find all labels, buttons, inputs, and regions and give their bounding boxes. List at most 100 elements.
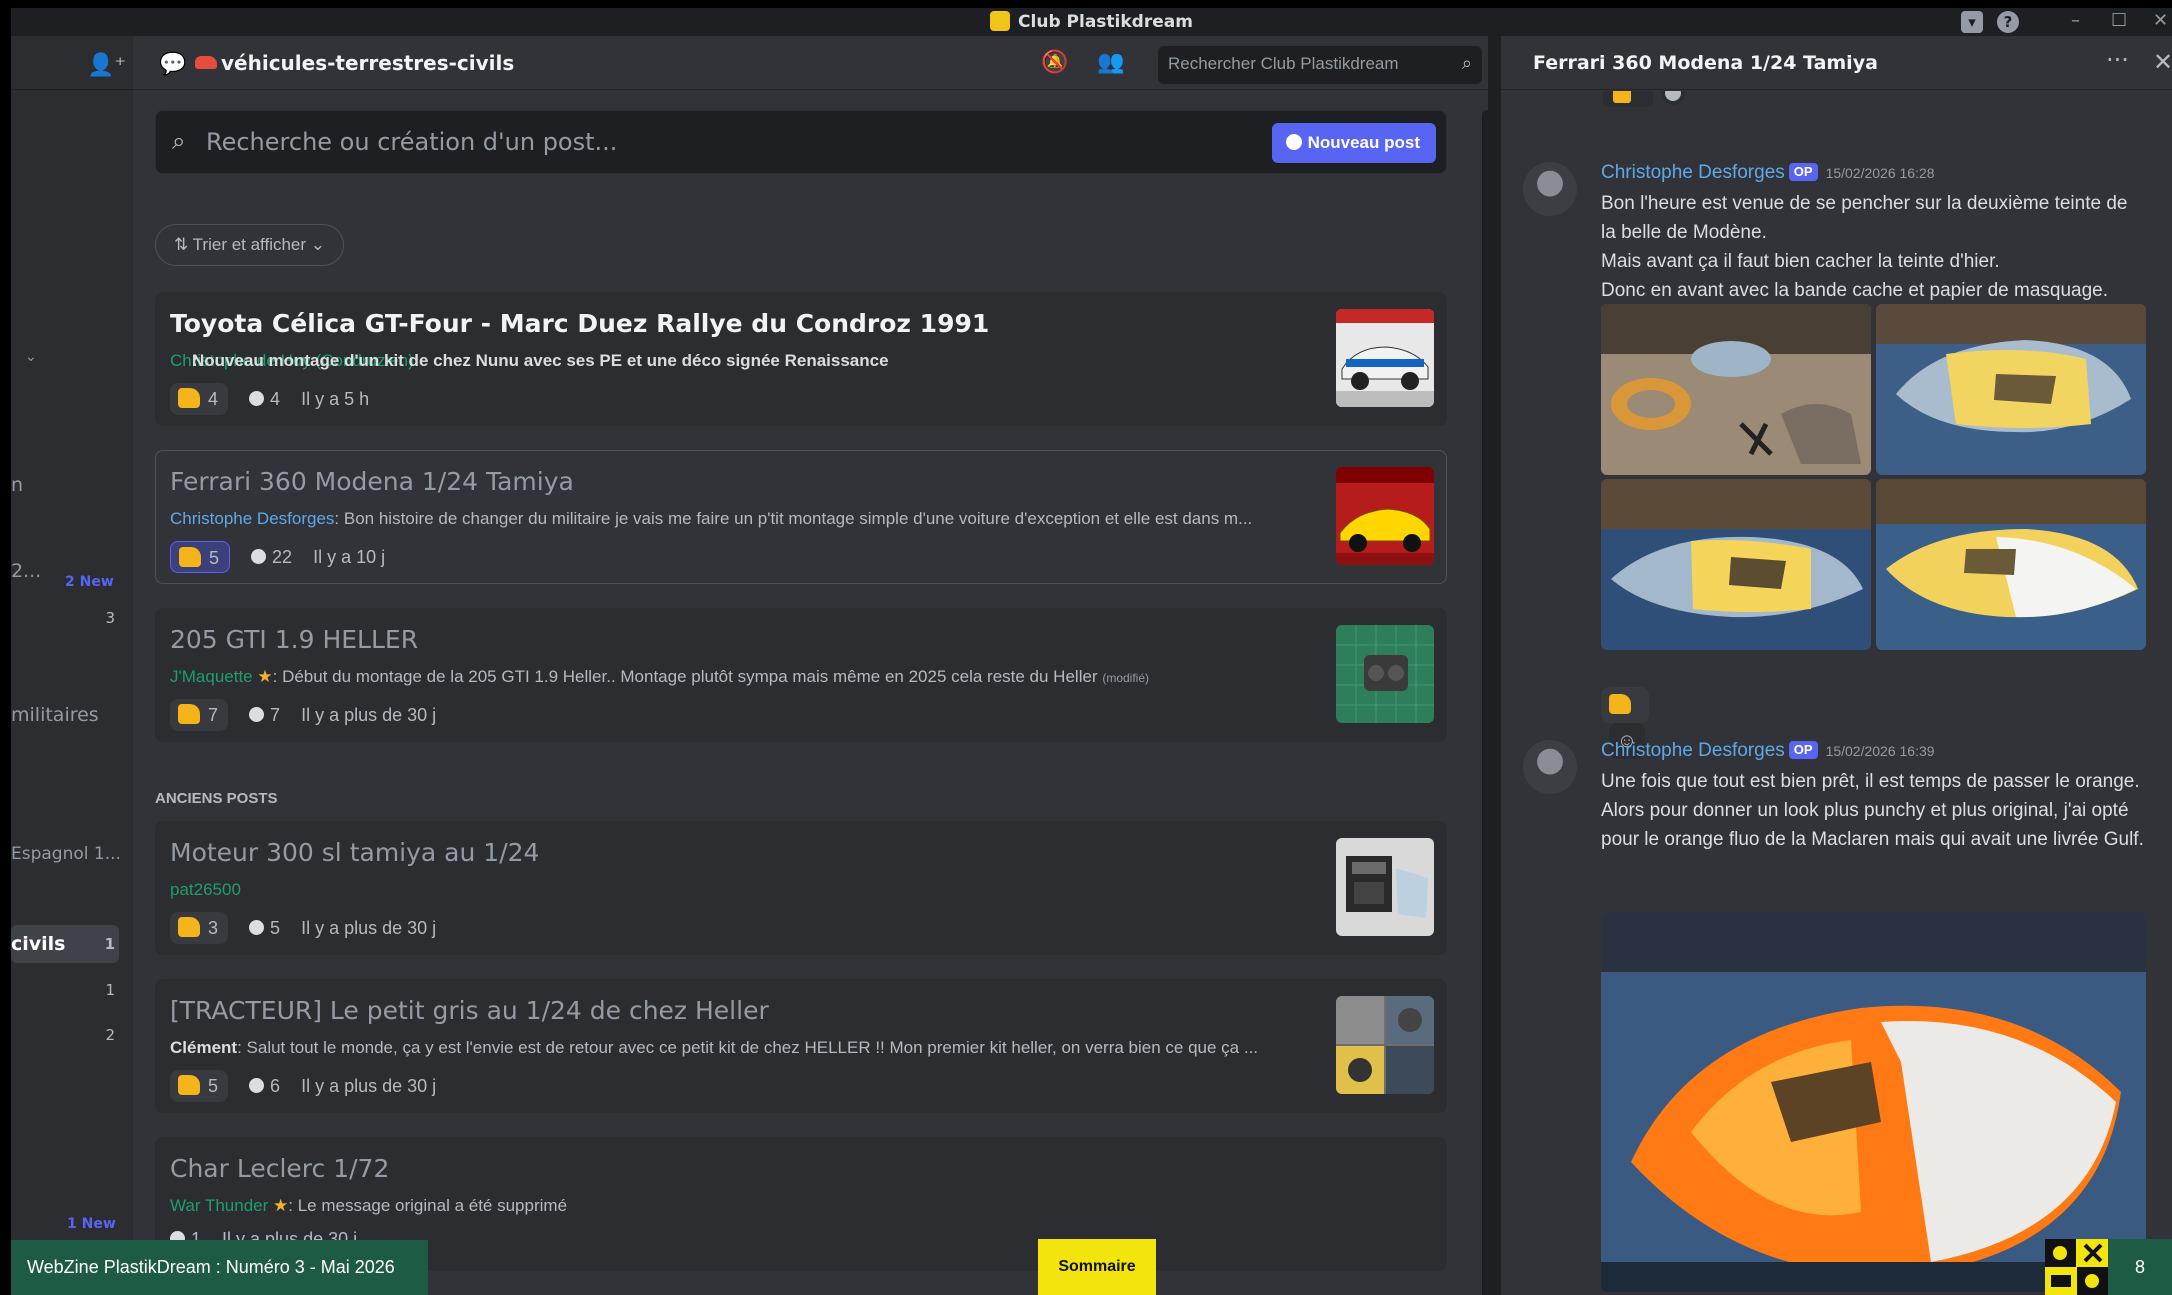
message-author[interactable]: Christophe Desforges (1601, 740, 1785, 761)
close-icon[interactable]: ✕ (2153, 48, 2172, 76)
post-title: [TRACTEUR] Le petit gris au 1/24 de chez… (170, 996, 769, 1025)
sidebar-item-label: civils (11, 933, 66, 955)
post-author[interactable]: J'Maquette (170, 667, 253, 686)
mute-notifications-icon[interactable]: 🔕 (1041, 50, 1068, 75)
sidebar-item[interactable]: 2 (11, 1016, 119, 1054)
comment-count: 7 (249, 705, 280, 726)
maximize-icon[interactable]: ☐ (2111, 10, 2127, 31)
search-icon: ⌕ (1461, 53, 1472, 74)
post-preview: War Thunder ★: Le message original a été… (170, 1196, 568, 1215)
reaction-thumbs-up[interactable]: 5 (170, 541, 231, 573)
sort-and-view-button[interactable]: ⇅ Trier et afficher ⌄ (155, 224, 345, 266)
gallery-image[interactable] (1601, 479, 1871, 650)
message-image[interactable] (1601, 912, 2146, 1292)
post-message: Début du montage de la 205 GTI 1.9 Helle… (282, 667, 1098, 686)
reaction-thumbs-up[interactable]: 5 (170, 1070, 229, 1102)
sidebar-item[interactable]: 1 (11, 971, 119, 1009)
sidebar-header: 👤⁺ (11, 36, 133, 90)
post-author[interactable]: Clément (170, 1038, 237, 1057)
reaction-thumbs-up[interactable]: 3 (170, 912, 229, 944)
sidebar-item-active[interactable]: civils 1 (11, 925, 119, 963)
post-card[interactable]: Moteur 300 sl tamiya au 1/24 pat26500 3 … (155, 821, 1447, 955)
post-age: Il y a plus de 30 j (301, 1075, 437, 1096)
new-post-button[interactable]: Nouveau post (1271, 123, 1436, 163)
post-age: Il y a 5 h (301, 388, 370, 409)
close-window-icon[interactable]: ✕ (2153, 10, 2168, 31)
message-author[interactable]: Christophe Desforges (1601, 162, 1785, 183)
post-preview: J'Maquette ★: Début du montage de la 205… (170, 667, 1150, 686)
new-badge: 1 New (67, 1216, 116, 1232)
reaction-thumbs-up[interactable]: 4 (170, 383, 229, 415)
sommaire-button[interactable]: Sommaire (1038, 1239, 1156, 1295)
avatar[interactable] (1523, 162, 1577, 216)
chevron-down-icon: ⌄ (306, 235, 326, 254)
reaction-thumbs-up[interactable]: 7 (170, 699, 229, 731)
minimize-icon[interactable]: – (2071, 10, 2080, 31)
message-header: Christophe Desforges OP 15/02/2026 16:28 (1601, 162, 1935, 184)
comment-count-value: 4 (270, 388, 281, 409)
gallery-image[interactable] (1876, 304, 2146, 475)
post-message: Salut tout le monde, ça y est l'envie es… (246, 1038, 1259, 1057)
club-logo (2045, 1239, 2108, 1295)
forum-icon: 💬 (159, 52, 187, 77)
thumbs-up-icon (178, 704, 200, 724)
post-age: Il y a plus de 30 j (301, 917, 437, 938)
member-list-icon[interactable]: 👥 (1097, 50, 1124, 75)
search-icon: ⌕ (172, 127, 186, 155)
thumbs-up-icon (178, 1075, 200, 1095)
comment-count: 22 (251, 547, 292, 568)
post-search-input[interactable] (206, 128, 1206, 156)
thread-title: Ferrari 360 Modena 1/24 Tamiya (1533, 52, 1878, 74)
server-search[interactable]: ⌕ (1158, 46, 1482, 84)
reaction-count: 5 (208, 1076, 219, 1096)
message-line: Une fois que tout est bien prêt, il est … (1601, 771, 2140, 792)
avatar[interactable] (1523, 740, 1577, 794)
post-preview: Christophe Desforges: Bon histoire de ch… (170, 509, 1253, 528)
gallery-image[interactable] (1601, 304, 1871, 475)
image-gallery (1601, 304, 2146, 650)
reaction-thumbs-up[interactable]: 1 (1601, 687, 1649, 751)
page-number: 8 (2108, 1239, 2172, 1295)
more-options-icon[interactable]: ··· (2106, 46, 2129, 74)
comment-count: 6 (249, 1076, 280, 1097)
post-author[interactable]: Christophe Desforges (170, 509, 334, 528)
message-line: Mais avant ça il faut bien cacher la tei… (1601, 251, 2000, 272)
gallery-image[interactable] (1876, 479, 2146, 650)
thread-panel: Ferrari 360 Modena 1/24 Tamiya ··· ✕ Chr… (1501, 36, 2172, 1295)
inbox-icon[interactable]: ▾ (1961, 11, 1983, 33)
sidebar-item[interactable]: n (11, 466, 119, 504)
post-card[interactable]: 205 GTI 1.9 HELLER J'Maquette ★: Début d… (155, 608, 1447, 742)
star-icon: ★ (273, 1196, 289, 1215)
sidebar-item-count: 1 (104, 935, 115, 953)
post-meta: 3 5 Il y a plus de 30 j (170, 912, 436, 944)
post-author[interactable]: War Thunder (170, 1196, 268, 1215)
post-card-selected[interactable]: Ferrari 360 Modena 1/24 Tamiya Christoph… (155, 450, 1447, 584)
server-search-input[interactable] (1168, 54, 1438, 74)
reaction-count: 3 (208, 918, 219, 938)
post-card[interactable]: [TRACTEUR] Le petit gris au 1/24 de chez… (155, 979, 1447, 1113)
new-post-label: Nouveau post (1307, 133, 1420, 152)
comment-count-value: 6 (270, 1075, 281, 1096)
post-author[interactable]: pat26500 (170, 880, 241, 899)
sidebar-item[interactable]: militaires (11, 696, 119, 734)
message-text: Bon l'heure est venue de se pencher sur … (1601, 189, 2146, 305)
message-line: Alors pour donner un look plus punchy et… (1601, 800, 2144, 850)
scrollbar[interactable] (1482, 110, 1488, 1295)
post-preview: Clément: Salut tout le monde, ça y est l… (170, 1038, 1259, 1057)
scrollbar-thumb[interactable] (1483, 110, 1488, 1295)
sidebar-item[interactable]: 3 (11, 599, 119, 637)
comment-icon (251, 548, 267, 564)
thumbs-up-icon (179, 547, 201, 567)
channel-name: véhicules-terrestres-civils (221, 51, 515, 75)
post-preview: Christophe de Huy (Condruzien): Nouveau … (170, 351, 889, 370)
chevron-down-icon[interactable]: ⌄ (25, 349, 37, 365)
post-card[interactable]: Toyota Célica GT-Four - Marc Duez Rallye… (155, 292, 1447, 426)
sidebar-item[interactable]: Espagnol 1... (11, 836, 121, 874)
comment-icon (249, 706, 265, 722)
invite-user-icon[interactable]: 👤⁺ (87, 53, 126, 78)
post-preview: pat26500 (170, 880, 1320, 900)
post-search-bar[interactable]: ⌕ Nouveau post (155, 110, 1447, 174)
post-age: Il y a 10 j (313, 546, 386, 567)
help-icon[interactable]: ? (1997, 11, 2019, 33)
post-age: Il y a plus de 30 j (301, 704, 437, 725)
